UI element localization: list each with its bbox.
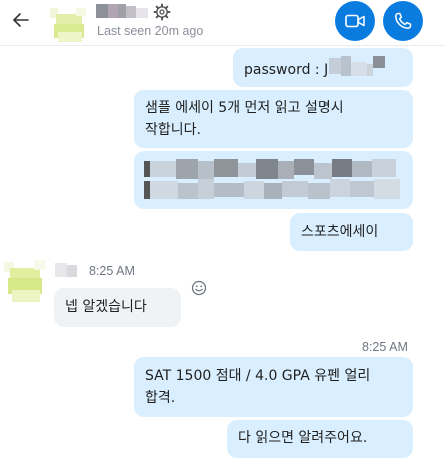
message-text-line-1: SAT 1500 점대 / 4.0 GPA 유펜 얼리 xyxy=(145,368,371,384)
outgoing-message-bubble[interactable]: SAT 1500 점대 / 4.0 GPA 유펜 얼리 합격. xyxy=(134,357,413,417)
outgoing-message-bubble[interactable]: 샘플 에세이 5개 먼저 읽고 설명시 작합니다. xyxy=(134,90,413,148)
message-text-line-2: 작합니다. xyxy=(145,122,201,138)
gear-icon[interactable] xyxy=(153,3,171,21)
contact-name-redacted xyxy=(96,4,148,18)
outgoing-message-bubble[interactable]: password : J xyxy=(233,48,413,87)
redacted-password xyxy=(329,56,385,76)
video-camera-icon xyxy=(345,14,365,28)
message-text: 다 읽으면 알려주어요. xyxy=(238,430,368,446)
add-reaction-smiley-icon[interactable] xyxy=(190,279,208,297)
outgoing-message-bubble[interactable]: 다 읽으면 알려주어요. xyxy=(227,420,413,458)
redacted-link-message[interactable] xyxy=(134,151,413,209)
back-arrow-icon[interactable] xyxy=(8,7,34,33)
message-text: 스포츠에세이 xyxy=(301,224,379,240)
message-text-line-2: 합격. xyxy=(145,390,176,406)
last-seen-status: Last seen 20m ago xyxy=(97,24,204,38)
message-text-line-1: 샘플 에세이 5개 먼저 읽고 설명시 xyxy=(145,100,344,116)
chat-header: Last seen 20m ago xyxy=(0,0,445,46)
message-timestamp: 8:25 AM xyxy=(362,340,408,354)
video-call-button[interactable] xyxy=(335,1,375,41)
redacted-link-content xyxy=(144,159,400,199)
message-text: 넵 알겠습니다 xyxy=(65,299,147,315)
audio-call-button[interactable] xyxy=(383,1,423,41)
phone-icon xyxy=(395,12,412,29)
incoming-message-bubble[interactable]: 넵 알겠습니다 xyxy=(54,288,181,327)
message-text: password : J xyxy=(244,62,329,78)
outgoing-message-bubble[interactable]: 스포츠에세이 xyxy=(290,213,413,251)
sender-avatar[interactable] xyxy=(4,258,46,304)
message-timestamp: 8:25 AM xyxy=(89,264,135,278)
sender-name-redacted xyxy=(55,263,77,277)
contact-avatar[interactable] xyxy=(50,4,86,44)
